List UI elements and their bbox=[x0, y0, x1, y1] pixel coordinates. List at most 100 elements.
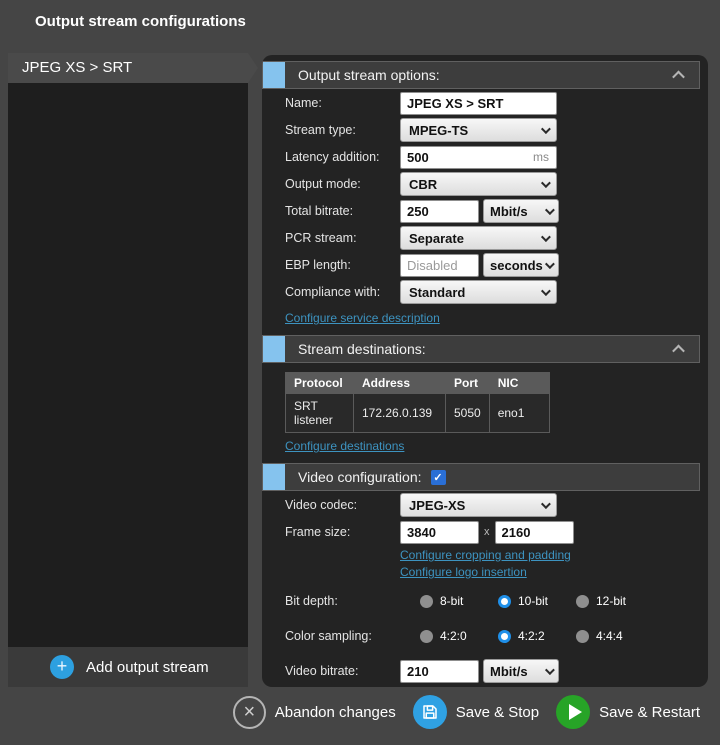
destinations-table-header: Protocol Address Port NIC bbox=[286, 373, 550, 394]
radio-8bit[interactable]: 8-bit bbox=[420, 594, 498, 608]
ebp-unit-value: seconds bbox=[490, 258, 543, 273]
cell-address: 172.26.0.139 bbox=[354, 394, 446, 433]
bit-depth-row: Bit depth: 8-bit 10-bit 12-bit bbox=[285, 588, 708, 614]
cell-nic: eno1 bbox=[489, 394, 549, 433]
section-accent-swatch bbox=[263, 62, 285, 88]
section-accent-swatch bbox=[263, 336, 285, 362]
name-input[interactable] bbox=[400, 92, 557, 115]
section-title: Output stream options: bbox=[298, 67, 440, 83]
save-restart-button[interactable]: Save & Restart bbox=[556, 695, 700, 729]
latency-row: Latency addition: ms bbox=[285, 144, 708, 170]
video-config-checkbox[interactable]: ✓ bbox=[431, 470, 446, 485]
cell-port: 5050 bbox=[446, 394, 490, 433]
total-bitrate-unit-select[interactable]: Mbit/s bbox=[483, 199, 559, 223]
latency-input[interactable] bbox=[400, 146, 557, 169]
compliance-row: Compliance with: Standard bbox=[285, 279, 708, 305]
video-bitrate-input[interactable] bbox=[400, 660, 479, 683]
stream-type-select[interactable]: MPEG-TS bbox=[400, 118, 557, 142]
pcr-stream-row: PCR stream: Separate bbox=[285, 225, 708, 251]
chevron-down-icon bbox=[545, 259, 555, 269]
video-codec-value: JPEG-XS bbox=[409, 498, 465, 513]
chevron-down-icon bbox=[541, 178, 551, 188]
sidebar-item-jpeg-xs-srt[interactable]: JPEG XS > SRT bbox=[8, 53, 248, 83]
radio-checked-icon[interactable] bbox=[498, 595, 511, 608]
close-icon: × bbox=[233, 696, 266, 729]
play-icon bbox=[556, 695, 590, 729]
radio-12bit[interactable]: 12-bit bbox=[576, 594, 654, 608]
radio-unchecked-icon[interactable] bbox=[576, 595, 589, 608]
chevron-down-icon bbox=[545, 205, 555, 215]
ebp-length-label: EBP length: bbox=[285, 258, 400, 272]
col-nic: NIC bbox=[489, 373, 549, 394]
col-address: Address bbox=[354, 373, 446, 394]
radio-10bit[interactable]: 10-bit bbox=[498, 594, 576, 608]
col-protocol: Protocol bbox=[286, 373, 354, 394]
video-bitrate-row: Video bitrate: Mbit/s bbox=[285, 658, 708, 684]
video-bitrate-unit-value: Mbit/s bbox=[490, 664, 528, 679]
pcr-stream-label: PCR stream: bbox=[285, 231, 400, 245]
chevron-down-icon bbox=[541, 286, 551, 296]
output-stream-list: JPEG XS > SRT + Add output stream bbox=[8, 53, 248, 687]
total-bitrate-unit-value: Mbit/s bbox=[490, 204, 528, 219]
section-stream-destinations[interactable]: Stream destinations: bbox=[262, 335, 700, 363]
configure-cropping-link[interactable]: Configure cropping and padding bbox=[400, 548, 571, 562]
section-video-configuration[interactable]: Video configuration: ✓ bbox=[262, 463, 700, 491]
total-bitrate-row: Total bitrate: Mbit/s bbox=[285, 198, 708, 224]
radio-420[interactable]: 4:2:0 bbox=[420, 629, 498, 643]
compliance-select[interactable]: Standard bbox=[400, 280, 557, 304]
compliance-value: Standard bbox=[409, 285, 465, 300]
radio-unchecked-icon[interactable] bbox=[420, 595, 433, 608]
name-label: Name: bbox=[285, 96, 400, 110]
ebp-length-input[interactable] bbox=[400, 254, 479, 277]
compliance-label: Compliance with: bbox=[285, 285, 400, 299]
radio-label: 4:2:2 bbox=[518, 629, 545, 643]
total-bitrate-input[interactable] bbox=[400, 200, 479, 223]
frame-size-row: Frame size: x bbox=[285, 519, 708, 545]
chevron-up-icon[interactable] bbox=[672, 70, 685, 83]
pcr-stream-value: Separate bbox=[409, 231, 464, 246]
chevron-up-icon[interactable] bbox=[672, 344, 685, 357]
save-stop-button[interactable]: Save & Stop bbox=[413, 695, 539, 729]
configure-service-description-link[interactable]: Configure service description bbox=[285, 311, 440, 325]
color-sampling-label: Color sampling: bbox=[285, 629, 400, 643]
output-mode-label: Output mode: bbox=[285, 177, 400, 191]
frame-width-input[interactable] bbox=[400, 521, 479, 544]
sidebar-list-body bbox=[8, 83, 248, 647]
radio-checked-icon[interactable] bbox=[498, 630, 511, 643]
ebp-unit-select[interactable]: seconds bbox=[483, 253, 559, 277]
section-accent-swatch bbox=[263, 464, 285, 490]
chevron-down-icon bbox=[541, 124, 551, 134]
add-output-stream-button[interactable]: + Add output stream bbox=[8, 647, 248, 687]
pcr-stream-select[interactable]: Separate bbox=[400, 226, 557, 250]
radio-422[interactable]: 4:2:2 bbox=[498, 629, 576, 643]
configure-logo-link[interactable]: Configure logo insertion bbox=[400, 565, 527, 579]
video-bitrate-unit-select[interactable]: Mbit/s bbox=[483, 659, 559, 683]
plus-icon: + bbox=[50, 655, 74, 679]
video-codec-select[interactable]: JPEG-XS bbox=[400, 493, 557, 517]
stream-type-row: Stream type: MPEG-TS bbox=[285, 117, 708, 143]
frame-height-input[interactable] bbox=[495, 521, 574, 544]
radio-unchecked-icon[interactable] bbox=[576, 630, 589, 643]
video-bitrate-label: Video bitrate: bbox=[285, 664, 400, 678]
output-mode-select[interactable]: CBR bbox=[400, 172, 557, 196]
configure-destinations-link[interactable]: Configure destinations bbox=[285, 439, 404, 453]
radio-unchecked-icon[interactable] bbox=[420, 630, 433, 643]
latency-label: Latency addition: bbox=[285, 150, 400, 164]
table-row[interactable]: SRT listener 172.26.0.139 5050 eno1 bbox=[286, 394, 550, 433]
section-title: Video configuration: bbox=[298, 469, 422, 485]
section-output-stream-options[interactable]: Output stream options: bbox=[262, 61, 700, 89]
chevron-down-icon bbox=[541, 232, 551, 242]
radio-444[interactable]: 4:4:4 bbox=[576, 629, 654, 643]
chevron-down-icon bbox=[541, 499, 551, 509]
abandon-changes-label: Abandon changes bbox=[275, 704, 396, 721]
abandon-changes-button[interactable]: × Abandon changes bbox=[233, 696, 396, 729]
save-stop-label: Save & Stop bbox=[456, 704, 539, 721]
action-bar: × Abandon changes Save & Stop Save & Res… bbox=[233, 695, 700, 729]
bit-depth-radio-group: 8-bit 10-bit 12-bit bbox=[400, 594, 654, 608]
radio-label: 4:2:0 bbox=[440, 629, 467, 643]
chevron-down-icon bbox=[545, 665, 555, 675]
color-sampling-radio-group: 4:2:0 4:2:2 4:4:4 bbox=[400, 629, 654, 643]
color-sampling-row: Color sampling: 4:2:0 4:2:2 4:4:4 bbox=[285, 623, 708, 649]
output-mode-row: Output mode: CBR bbox=[285, 171, 708, 197]
stream-type-label: Stream type: bbox=[285, 123, 400, 137]
